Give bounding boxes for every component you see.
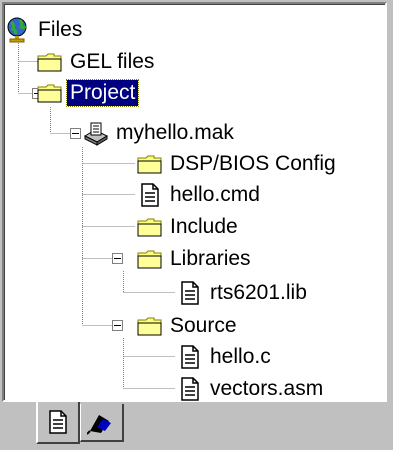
folder-icon bbox=[37, 84, 62, 103]
tree-label-source: Source bbox=[170, 314, 237, 337]
myhello-collapse-toggle[interactable] bbox=[70, 128, 81, 139]
project-tree-panel: Files GEL files Project myhello.mak DSP/… bbox=[2, 2, 387, 402]
tab-file-view[interactable] bbox=[36, 402, 80, 444]
tree-node-hello-c[interactable]: hello.c bbox=[177, 342, 274, 372]
view-tab-strip bbox=[0, 402, 393, 450]
tree-node-include[interactable]: Include bbox=[137, 212, 241, 242]
tree-node-dsp-bios-config[interactable]: DSP/BIOS Config bbox=[137, 149, 339, 179]
tree-node-rts6201-lib[interactable]: rts6201.lib bbox=[177, 278, 310, 308]
tree-node-libraries[interactable]: Libraries bbox=[137, 244, 254, 274]
document-icon bbox=[181, 377, 199, 401]
folder-icon bbox=[137, 317, 162, 336]
tree-label-include: Include bbox=[170, 215, 238, 238]
tree-label-gel-files: GEL files bbox=[70, 50, 155, 73]
tree-node-myhello-mak[interactable]: myhello.mak bbox=[83, 118, 237, 148]
folder-icon bbox=[137, 218, 162, 237]
tree-node-vectors-asm[interactable]: vectors.asm bbox=[177, 374, 326, 404]
project-tree-view[interactable]: Files GEL files Project myhello.mak DSP/… bbox=[4, 4, 385, 401]
tree-label-hello-cmd: hello.cmd bbox=[170, 183, 260, 206]
bookmark-view-icon bbox=[86, 415, 111, 435]
source-collapse-toggle[interactable] bbox=[112, 320, 123, 331]
tree-label-project: Project bbox=[65, 79, 140, 107]
tree-label-files: Files bbox=[38, 18, 83, 41]
tree-label-rts6201-lib: rts6201.lib bbox=[210, 281, 307, 304]
tree-node-files[interactable]: Files bbox=[5, 15, 85, 45]
tree-label-myhello-mak: myhello.mak bbox=[116, 121, 234, 144]
globe-icon bbox=[7, 17, 27, 43]
tree-label-libraries: Libraries bbox=[170, 247, 251, 270]
tree-node-hello-cmd[interactable]: hello.cmd bbox=[137, 180, 263, 210]
project-file-icon bbox=[83, 122, 109, 146]
tree-label-vectors-asm: vectors.asm bbox=[210, 377, 324, 400]
folder-icon bbox=[137, 250, 162, 269]
tree-node-project[interactable]: Project bbox=[37, 78, 140, 108]
tree-label-dsp-bios-config: DSP/BIOS Config bbox=[170, 152, 336, 175]
tree-node-source[interactable]: Source bbox=[137, 311, 240, 341]
document-icon bbox=[181, 345, 199, 369]
tree-label-hello-c: hello.c bbox=[210, 345, 271, 368]
document-icon bbox=[141, 183, 159, 207]
libraries-collapse-toggle[interactable] bbox=[112, 253, 123, 264]
tree-node-gel-files[interactable]: GEL files bbox=[37, 47, 157, 77]
folder-icon bbox=[37, 53, 62, 72]
tab-bookmark-view[interactable] bbox=[80, 404, 124, 442]
folder-icon bbox=[137, 155, 162, 174]
file-view-icon bbox=[49, 410, 67, 434]
document-icon bbox=[181, 281, 199, 305]
